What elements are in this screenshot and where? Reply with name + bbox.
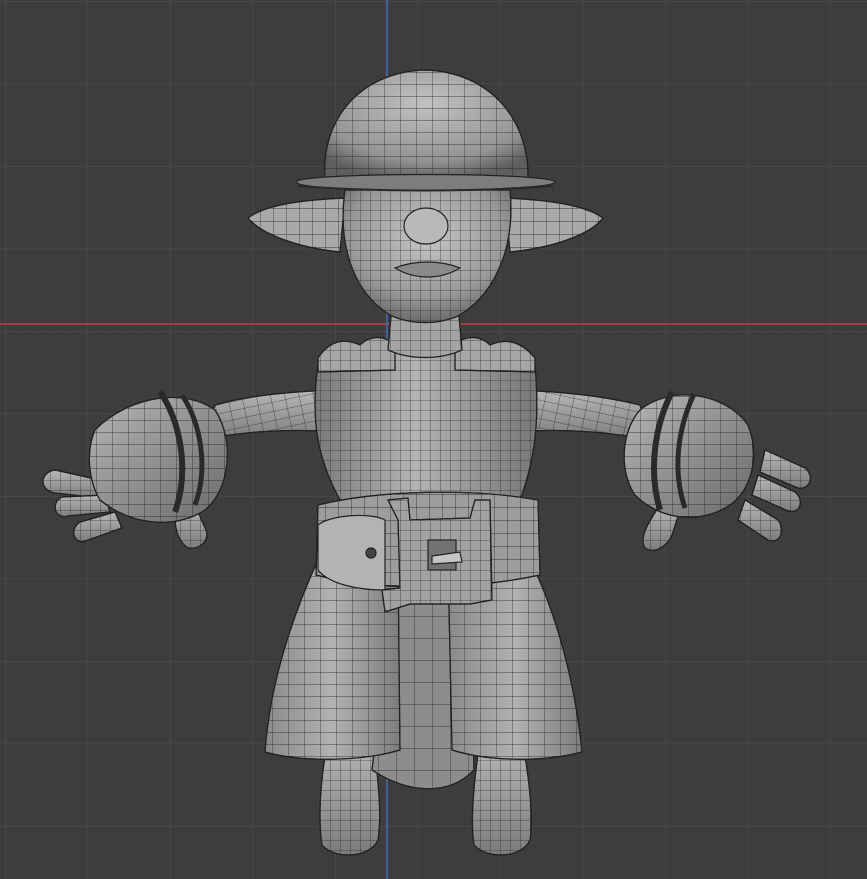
3d-viewport[interactable] <box>0 0 867 879</box>
viewport-canvas[interactable] <box>0 0 867 879</box>
nose <box>403 207 449 245</box>
